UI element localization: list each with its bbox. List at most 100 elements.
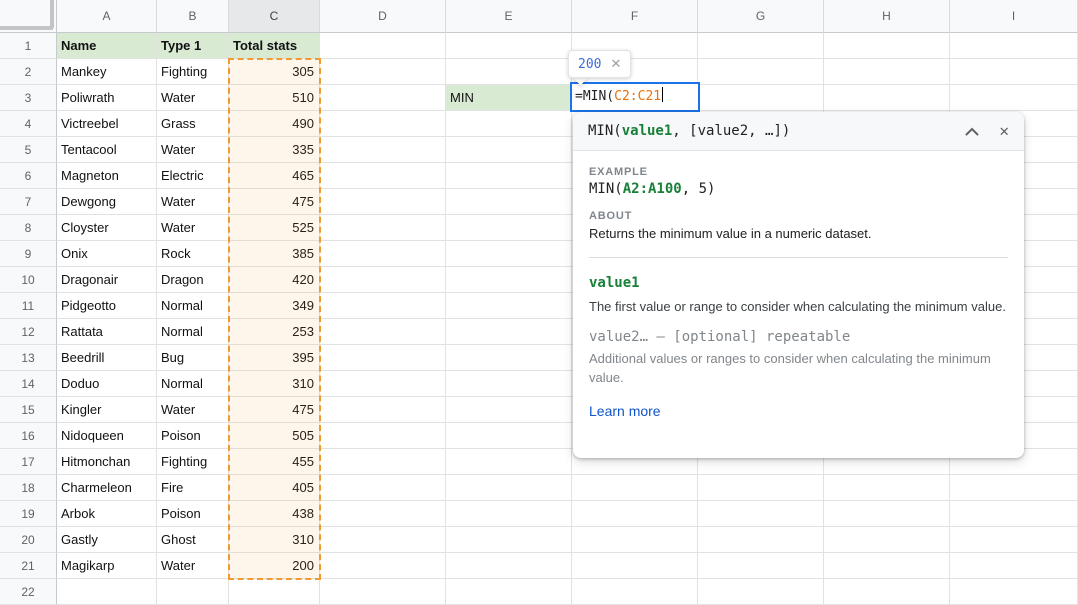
cell-D22[interactable] (320, 579, 446, 605)
cell-B5[interactable]: Water (157, 137, 229, 163)
cell-A20[interactable]: Gastly (57, 527, 157, 553)
cell-C20[interactable]: 310 (229, 527, 320, 553)
cell-H3[interactable] (824, 85, 950, 111)
row-header-20[interactable]: 20 (0, 527, 57, 553)
row-header-13[interactable]: 13 (0, 345, 57, 371)
cell-B16[interactable]: Poison (157, 423, 229, 449)
column-header-E[interactable]: E (446, 0, 572, 33)
cell-E6[interactable] (446, 163, 572, 189)
row-header-17[interactable]: 17 (0, 449, 57, 475)
row-header-3[interactable]: 3 (0, 85, 57, 111)
cell-C17[interactable]: 455 (229, 449, 320, 475)
cell-F21[interactable] (572, 553, 698, 579)
cell-C22[interactable] (229, 579, 320, 605)
cell-E10[interactable] (446, 267, 572, 293)
cell-C15[interactable]: 475 (229, 397, 320, 423)
cell-B19[interactable]: Poison (157, 501, 229, 527)
cell-A9[interactable]: Onix (57, 241, 157, 267)
cell-D9[interactable] (320, 241, 446, 267)
cell-B13[interactable]: Bug (157, 345, 229, 371)
cell-E18[interactable] (446, 475, 572, 501)
cell-G3[interactable] (698, 85, 824, 111)
column-header-H[interactable]: H (824, 0, 950, 33)
cell-A4[interactable]: Victreebel (57, 111, 157, 137)
cell-B20[interactable]: Ghost (157, 527, 229, 553)
cell-C5[interactable]: 335 (229, 137, 320, 163)
row-header-2[interactable]: 2 (0, 59, 57, 85)
row-header-12[interactable]: 12 (0, 319, 57, 345)
formula-edit-cell[interactable]: =MIN(C2:C21 (570, 82, 700, 112)
row-header-8[interactable]: 8 (0, 215, 57, 241)
cell-C3[interactable]: 510 (229, 85, 320, 111)
cell-E17[interactable] (446, 449, 572, 475)
column-header-B[interactable]: B (157, 0, 229, 33)
cell-D6[interactable] (320, 163, 446, 189)
cell-I19[interactable] (950, 501, 1078, 527)
cell-C4[interactable]: 490 (229, 111, 320, 137)
cell-A22[interactable] (57, 579, 157, 605)
cell-D20[interactable] (320, 527, 446, 553)
row-header-1[interactable]: 1 (0, 33, 57, 59)
row-header-5[interactable]: 5 (0, 137, 57, 163)
cell-B21[interactable]: Water (157, 553, 229, 579)
cell-I21[interactable] (950, 553, 1078, 579)
cell-C6[interactable]: 465 (229, 163, 320, 189)
cell-E11[interactable] (446, 293, 572, 319)
cell-H18[interactable] (824, 475, 950, 501)
cell-E12[interactable] (446, 319, 572, 345)
row-header-21[interactable]: 21 (0, 553, 57, 579)
cell-I2[interactable] (950, 59, 1078, 85)
cell-H19[interactable] (824, 501, 950, 527)
cell-D15[interactable] (320, 397, 446, 423)
cell-A5[interactable]: Tentacool (57, 137, 157, 163)
column-header-F[interactable]: F (572, 0, 698, 33)
cell-B6[interactable]: Electric (157, 163, 229, 189)
cell-B11[interactable]: Normal (157, 293, 229, 319)
row-header-6[interactable]: 6 (0, 163, 57, 189)
cell-D4[interactable] (320, 111, 446, 137)
cell-G20[interactable] (698, 527, 824, 553)
cell-E14[interactable] (446, 371, 572, 397)
cell-B3[interactable]: Water (157, 85, 229, 111)
row-header-4[interactable]: 4 (0, 111, 57, 137)
cell-B7[interactable]: Water (157, 189, 229, 215)
cell-G1[interactable] (698, 33, 824, 59)
cell-B22[interactable] (157, 579, 229, 605)
freeze-handle-vertical[interactable] (50, 0, 54, 28)
column-header-A[interactable]: A (57, 0, 157, 33)
cell-E2[interactable] (446, 59, 572, 85)
cell-D3[interactable] (320, 85, 446, 111)
column-header-C[interactable]: C (229, 0, 320, 33)
cell-I1[interactable] (950, 33, 1078, 59)
cell-A19[interactable]: Arbok (57, 501, 157, 527)
cell-C7[interactable]: 475 (229, 189, 320, 215)
cell-C19[interactable]: 438 (229, 501, 320, 527)
column-header-G[interactable]: G (698, 0, 824, 33)
cell-B8[interactable]: Water (157, 215, 229, 241)
cell-F20[interactable] (572, 527, 698, 553)
row-header-16[interactable]: 16 (0, 423, 57, 449)
cell-B18[interactable]: Fire (157, 475, 229, 501)
row-header-19[interactable]: 19 (0, 501, 57, 527)
cell-D2[interactable] (320, 59, 446, 85)
cell-D12[interactable] (320, 319, 446, 345)
cell-A15[interactable]: Kingler (57, 397, 157, 423)
cell-C11[interactable]: 349 (229, 293, 320, 319)
cell-A13[interactable]: Beedrill (57, 345, 157, 371)
cell-B15[interactable]: Water (157, 397, 229, 423)
cell-C13[interactable]: 395 (229, 345, 320, 371)
cell-H22[interactable] (824, 579, 950, 605)
cell-G22[interactable] (698, 579, 824, 605)
cell-C2[interactable]: 305 (229, 59, 320, 85)
cell-A10[interactable]: Dragonair (57, 267, 157, 293)
cell-E1[interactable] (446, 33, 572, 59)
cell-B1[interactable]: Type 1 (157, 33, 229, 59)
cell-D1[interactable] (320, 33, 446, 59)
cell-B14[interactable]: Normal (157, 371, 229, 397)
cell-E16[interactable] (446, 423, 572, 449)
cell-E3[interactable]: MIN (446, 85, 572, 111)
cell-E15[interactable] (446, 397, 572, 423)
learn-more-link[interactable]: Learn more (589, 403, 661, 419)
row-header-14[interactable]: 14 (0, 371, 57, 397)
cell-A6[interactable]: Magneton (57, 163, 157, 189)
